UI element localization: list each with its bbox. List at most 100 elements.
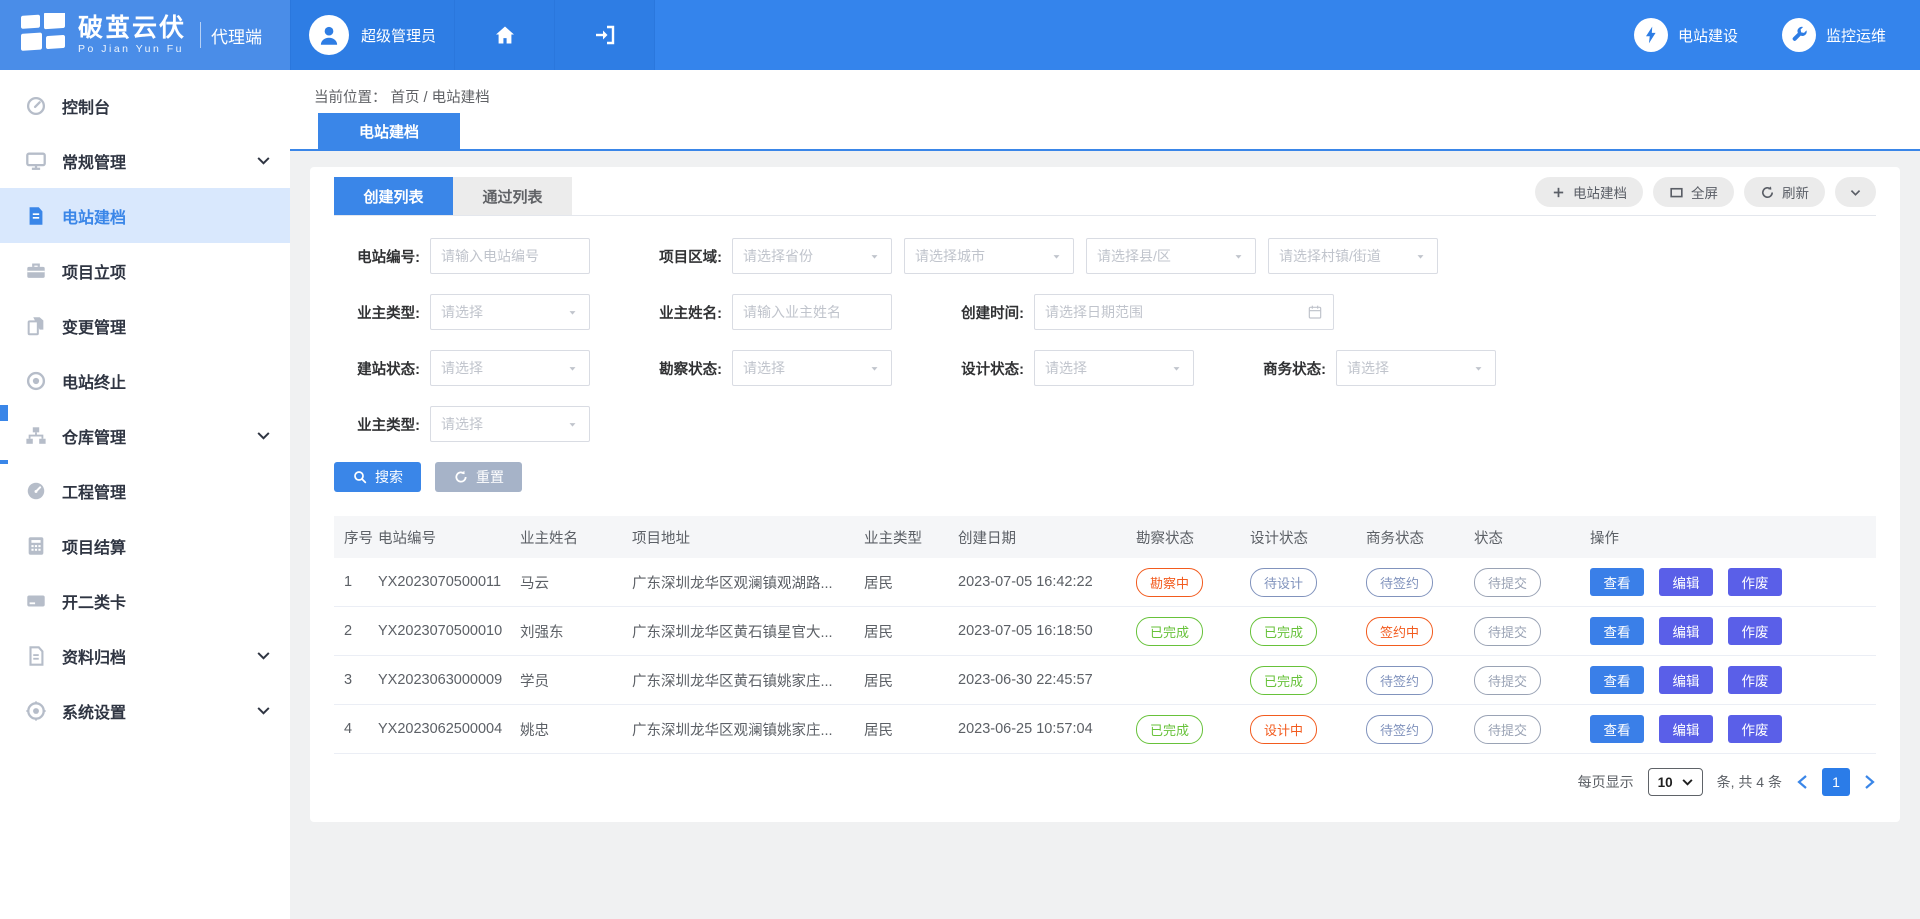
filter-field: 业主类型: 请选择 — [334, 406, 590, 442]
column-header: 商务状态 — [1366, 527, 1474, 548]
reset-button-label: 重置 — [476, 467, 504, 487]
text-field[interactable]: 请输入业主姓名 — [732, 294, 892, 330]
logo-subtitle: Po Jian Yun Fu — [78, 44, 186, 55]
edit-button[interactable]: 编辑 — [1659, 666, 1713, 694]
status-badge: 设计中 — [1250, 715, 1317, 744]
quick-link-0[interactable]: 电站建设 — [1634, 18, 1738, 52]
tab-0[interactable]: 创建列表 — [334, 177, 453, 215]
date-field[interactable]: 请选择日期范围 — [1034, 294, 1334, 330]
void-button[interactable]: 作废 — [1728, 617, 1782, 645]
void-button[interactable]: 作废 — [1728, 568, 1782, 596]
caret-down-icon — [1050, 250, 1063, 263]
text-field[interactable]: 请输入电站编号 — [430, 238, 590, 274]
sidebar-item-0[interactable]: 控制台 — [0, 78, 290, 133]
select-field[interactable]: 请选择 — [1034, 350, 1194, 386]
view-button[interactable]: 查看 — [1590, 617, 1644, 645]
select-field[interactable]: 请选择 — [430, 294, 590, 330]
sidebar-item-8[interactable]: 项目结算 — [0, 518, 290, 573]
sidebar-item-7[interactable]: 工程管理 — [0, 463, 290, 518]
quick-link-label: 监控运维 — [1826, 25, 1886, 46]
chevron-right-icon — [1864, 774, 1876, 790]
per-page-select[interactable]: 10 — [1648, 768, 1703, 796]
toolbar: 电站建档 全屏 刷新 — [1535, 177, 1876, 215]
cell-address: 广东深圳龙华区观澜镇姚家庄... — [632, 719, 864, 740]
sidebar-item-3[interactable]: 项目立项 — [0, 243, 290, 298]
toolbar-button-3[interactable] — [1835, 177, 1876, 207]
select-field[interactable]: 请选择 — [430, 406, 590, 442]
select-field[interactable]: 请选择城市 — [904, 238, 1074, 274]
breadcrumb-prefix: 当前位置： — [314, 90, 387, 106]
cell-design-status: 设计中 — [1250, 715, 1366, 744]
select-field[interactable]: 请选择县/区 — [1086, 238, 1256, 274]
sidebar-item-2[interactable]: 电站建档 — [0, 188, 290, 243]
filter-label: 项目区域: — [636, 246, 732, 267]
select-placeholder: 请选择村镇/街道 — [1279, 246, 1381, 266]
per-page-label: 每页显示 — [1578, 772, 1634, 792]
cell-address: 广东深圳龙华区黄石镇姚家庄... — [632, 670, 864, 691]
column-header: 勘察状态 — [1136, 527, 1250, 548]
sidebar-item-4[interactable]: 变更管理 — [0, 298, 290, 353]
sidebar-item-9[interactable]: 开二类卡 — [0, 573, 290, 628]
filter-field: 请选择城市 — [904, 238, 1074, 274]
filter-label: 电站编号: — [334, 246, 430, 267]
sidebar-item-label: 控制台 — [62, 94, 110, 118]
wrench-icon-circle — [1782, 18, 1816, 52]
view-button[interactable]: 查看 — [1590, 666, 1644, 694]
card-icon — [25, 590, 47, 612]
sidebar-item-1[interactable]: 常规管理 — [0, 133, 290, 188]
sidebar-item-10[interactable]: 资料归档 — [0, 628, 290, 683]
cell-business-status: 待签约 — [1366, 715, 1474, 744]
cell-created-date: 2023-06-25 10:57:04 — [958, 721, 1136, 737]
dashboard-icon — [25, 95, 47, 117]
reset-button[interactable]: 重置 — [435, 462, 522, 492]
next-page-button[interactable] — [1864, 774, 1876, 790]
header-spacer — [655, 0, 1634, 70]
sitemap-icon — [25, 425, 47, 447]
select-field[interactable]: 请选择省份 — [732, 238, 892, 274]
sidebar-item-5[interactable]: 电站终止 — [0, 353, 290, 408]
void-button[interactable]: 作废 — [1728, 666, 1782, 694]
cell-design-status: 已完成 — [1250, 666, 1366, 695]
caret-down-icon — [1472, 362, 1485, 375]
search-button[interactable]: 搜索 — [334, 462, 421, 492]
edit-button[interactable]: 编辑 — [1659, 715, 1713, 743]
document-icon — [25, 205, 47, 227]
user-menu[interactable]: 超级管理员 — [290, 0, 455, 70]
home-button[interactable] — [455, 0, 555, 70]
sidebar-item-label: 系统设置 — [62, 699, 126, 723]
pagination: 每页显示 10 条, 共 4 条 1 — [334, 754, 1876, 796]
edit-button[interactable]: 编辑 — [1659, 617, 1713, 645]
toolbar-button-0[interactable]: 电站建档 — [1535, 177, 1643, 207]
logout-button[interactable] — [555, 0, 655, 70]
tab-1[interactable]: 通过列表 — [453, 177, 572, 215]
select-field[interactable]: 请选择 — [1336, 350, 1496, 386]
sidebar-item-6[interactable]: 仓库管理 — [0, 408, 290, 463]
portal-label: 代理端 — [211, 23, 262, 48]
total-label: 条, 共 4 条 — [1717, 772, 1782, 792]
quick-link-1[interactable]: 监控运维 — [1782, 18, 1886, 52]
toolbar-button-1[interactable]: 全屏 — [1653, 177, 1734, 207]
select-caret-icon — [1682, 779, 1693, 786]
page-number-button[interactable]: 1 — [1822, 768, 1850, 796]
cell-actions: 查看编辑作废 — [1590, 617, 1880, 645]
sidebar-item-11[interactable]: 系统设置 — [0, 683, 290, 738]
view-button[interactable]: 查看 — [1590, 715, 1644, 743]
column-header: 序号 — [334, 527, 378, 548]
prev-page-button[interactable] — [1796, 774, 1808, 790]
breadcrumb-path[interactable]: 首页 / 电站建档 — [391, 90, 490, 106]
select-field[interactable]: 请选择村镇/街道 — [1268, 238, 1438, 274]
filter-field: 请选择村镇/街道 — [1268, 238, 1438, 274]
filter-field: 商务状态: 请选择 — [1240, 350, 1496, 386]
select-field[interactable]: 请选择 — [430, 350, 590, 386]
status-badge: 待签约 — [1366, 666, 1433, 695]
edit-button[interactable]: 编辑 — [1659, 568, 1713, 596]
select-field[interactable]: 请选择 — [732, 350, 892, 386]
view-button[interactable]: 查看 — [1590, 568, 1644, 596]
filter-field: 电站编号: 请输入电站编号 — [334, 238, 590, 274]
cell-index: 3 — [334, 672, 378, 688]
column-header: 设计状态 — [1250, 527, 1366, 548]
page-tab[interactable]: 电站建档 — [318, 113, 460, 149]
toolbar-button-2[interactable]: 刷新 — [1744, 177, 1825, 207]
void-button[interactable]: 作废 — [1728, 715, 1782, 743]
cell-status: 待提交 — [1474, 666, 1590, 695]
